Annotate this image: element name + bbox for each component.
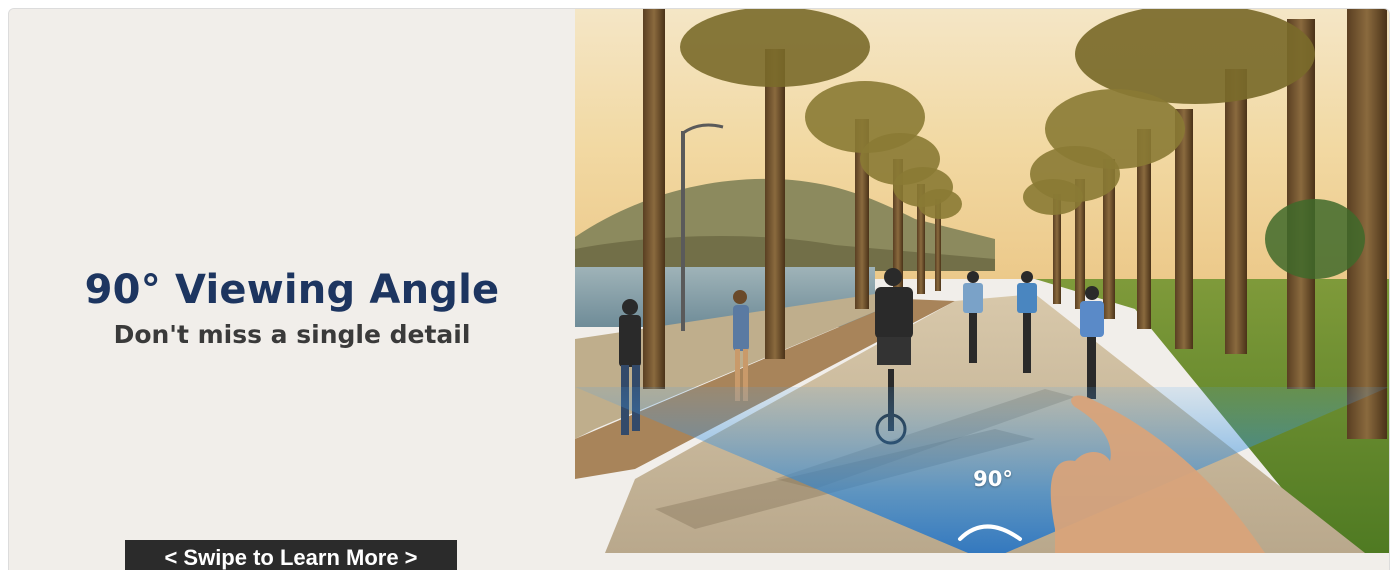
feature-text-panel: 90° Viewing Angle Don't miss a single de… bbox=[9, 9, 575, 570]
feature-headline: 90° Viewing Angle bbox=[84, 267, 500, 313]
feature-card: 90° Viewing Angle Don't miss a single de… bbox=[8, 8, 1390, 570]
swipe-to-learn-more-button[interactable]: < Swipe to Learn More > bbox=[125, 540, 457, 570]
feature-subhead: Don't miss a single detail bbox=[113, 320, 471, 349]
angle-value-label: 90° bbox=[973, 467, 1013, 491]
product-photo: 90° bbox=[575, 9, 1389, 553]
